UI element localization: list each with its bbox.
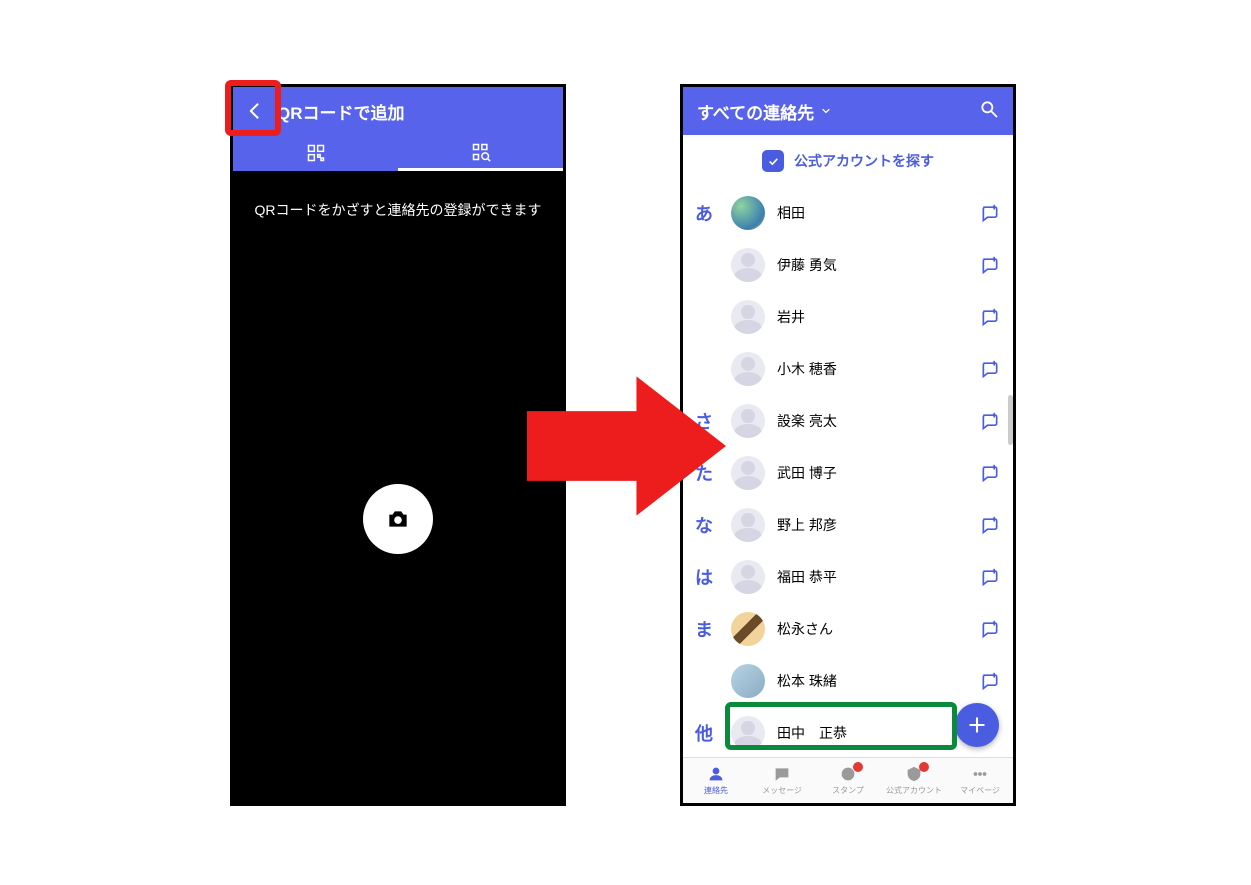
nav-contacts[interactable]: 連絡先 xyxy=(683,758,749,803)
qr-instruction: QRコードをかざすと連絡先の登録ができます xyxy=(233,199,563,221)
contact-name: 松永さん xyxy=(777,619,979,639)
avatar xyxy=(731,248,765,282)
plus-icon xyxy=(967,715,987,735)
start-chat-button[interactable] xyxy=(979,410,1001,432)
find-official-accounts[interactable]: 公式アカウントを探す xyxy=(683,135,1013,187)
contact-name: 岩井 xyxy=(777,307,979,327)
verified-badge-icon xyxy=(762,150,784,172)
avatar xyxy=(731,300,765,334)
tab-my-qr[interactable] xyxy=(233,135,398,171)
nav-label: マイページ xyxy=(960,785,1000,796)
index-letter: 他 xyxy=(695,720,713,746)
contact-row[interactable]: ま 松永さん xyxy=(683,603,1013,655)
nav-official[interactable]: 公式アカウント xyxy=(881,758,947,803)
avatar xyxy=(731,404,765,438)
nav-stamps[interactable]: スタンプ xyxy=(815,758,881,803)
nav-label: 連絡先 xyxy=(704,785,728,796)
index-letter: は xyxy=(695,564,713,590)
index-letter: あ xyxy=(695,200,713,226)
search-button[interactable] xyxy=(979,99,999,124)
highlight-back-button xyxy=(225,80,281,136)
start-chat-button[interactable] xyxy=(979,202,1001,224)
contacts-header-title: すべての連絡先 xyxy=(697,99,814,124)
avatar xyxy=(731,560,765,594)
message-icon xyxy=(773,765,791,783)
start-chat-button[interactable] xyxy=(979,462,1001,484)
chat-plus-icon xyxy=(980,671,1000,691)
chat-plus-icon xyxy=(980,203,1000,223)
tab-scan-qr[interactable] xyxy=(398,135,563,171)
start-chat-button[interactable] xyxy=(979,358,1001,380)
contacts-icon xyxy=(707,765,725,783)
transition-arrow-icon xyxy=(527,376,726,516)
qr-scan-icon xyxy=(471,142,491,162)
bottom-nav: 連絡先 メッセージ スタンプ 公式アカウント マイページ xyxy=(683,757,1013,803)
chat-plus-icon xyxy=(980,515,1000,535)
contacts-list[interactable]: 公式アカウントを探す あ 相田 伊藤 勇気 岩井 小木 穂香 さ 設 xyxy=(683,135,1013,757)
start-chat-button[interactable] xyxy=(979,618,1001,640)
contact-row[interactable]: あ 相田 xyxy=(683,187,1013,239)
contact-name: 相田 xyxy=(777,203,979,223)
contact-row[interactable]: な 野上 邦彦 xyxy=(683,499,1013,551)
nav-label: スタンプ xyxy=(832,785,864,796)
contact-row[interactable]: 伊藤 勇気 xyxy=(683,239,1013,291)
contact-row[interactable]: 岩井 xyxy=(683,291,1013,343)
contact-row[interactable]: さ 設楽 亮太 xyxy=(683,395,1013,447)
notification-badge xyxy=(919,762,929,772)
contact-name: 松本 珠緒 xyxy=(777,671,979,691)
capture-button[interactable] xyxy=(363,484,433,554)
contact-name: 設楽 亮太 xyxy=(777,411,979,431)
contacts-header: すべての連絡先 xyxy=(683,87,1013,135)
avatar xyxy=(731,456,765,490)
contact-name: 野上 邦彦 xyxy=(777,515,979,535)
search-icon xyxy=(979,99,999,119)
start-chat-button[interactable] xyxy=(979,306,1001,328)
screen-qr-add: QRコードで追加 QRコードをかざすと連絡先の登録ができます xyxy=(230,84,566,806)
qr-camera-area: QRコードをかざすと連絡先の登録ができます xyxy=(233,171,563,803)
chat-plus-icon xyxy=(980,411,1000,431)
chat-plus-icon xyxy=(980,463,1000,483)
nav-label: 公式アカウント xyxy=(886,785,942,796)
chat-plus-icon xyxy=(980,359,1000,379)
official-label: 公式アカウントを探す xyxy=(794,151,934,171)
avatar xyxy=(731,664,765,698)
start-chat-button[interactable] xyxy=(979,254,1001,276)
chat-plus-icon xyxy=(980,255,1000,275)
avatar xyxy=(731,612,765,646)
start-chat-button[interactable] xyxy=(979,566,1001,588)
qr-code-icon xyxy=(306,143,326,163)
chevron-down-icon xyxy=(820,105,832,117)
qr-tabs xyxy=(233,135,563,171)
contact-row[interactable]: は 福田 恭平 xyxy=(683,551,1013,603)
add-contact-fab[interactable] xyxy=(955,703,999,747)
screen-contacts: すべての連絡先 公式アカウントを探す あ 相田 伊藤 勇気 岩井 xyxy=(680,84,1016,806)
qr-header-title: QRコードで追加 xyxy=(277,99,405,124)
contact-name: 武田 博子 xyxy=(777,463,979,483)
contact-row[interactable]: た 武田 博子 xyxy=(683,447,1013,499)
contact-row[interactable]: 松本 珠緒 xyxy=(683,655,1013,707)
chat-plus-icon xyxy=(980,567,1000,587)
chat-plus-icon xyxy=(980,619,1000,639)
contacts-filter-dropdown[interactable]: すべての連絡先 xyxy=(697,99,832,124)
avatar xyxy=(731,352,765,386)
contact-name: 伊藤 勇気 xyxy=(777,255,979,275)
chat-plus-icon xyxy=(980,307,1000,327)
start-chat-button[interactable] xyxy=(979,514,1001,536)
more-icon xyxy=(971,765,989,783)
nav-label: メッセージ xyxy=(762,785,802,796)
index-letter: ま xyxy=(695,616,713,642)
scroll-indicator xyxy=(1008,395,1013,445)
avatar xyxy=(731,716,765,750)
contact-name: 小木 穂香 xyxy=(777,359,979,379)
notification-badge xyxy=(853,762,863,772)
start-chat-button[interactable] xyxy=(979,670,1001,692)
camera-icon xyxy=(385,506,411,532)
nav-messages[interactable]: メッセージ xyxy=(749,758,815,803)
contact-name: 福田 恭平 xyxy=(777,567,979,587)
avatar xyxy=(731,508,765,542)
qr-header: QRコードで追加 xyxy=(233,87,563,135)
nav-mypage[interactable]: マイページ xyxy=(947,758,1013,803)
contact-row[interactable]: 小木 穂香 xyxy=(683,343,1013,395)
avatar xyxy=(731,196,765,230)
